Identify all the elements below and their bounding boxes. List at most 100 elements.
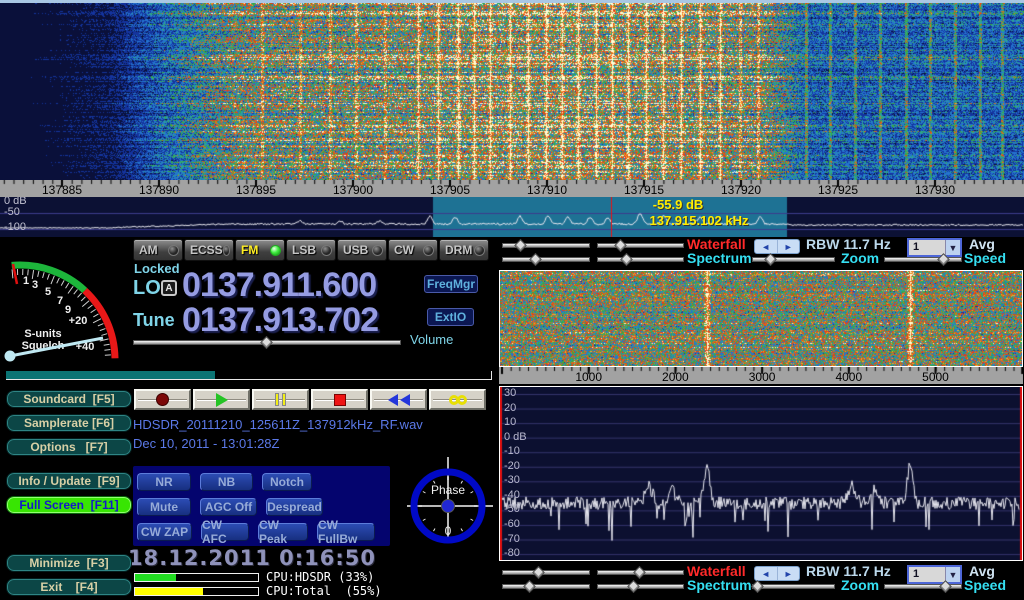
zoomed-waterfall-display[interactable] [500, 271, 1022, 366]
mode-button-cw[interactable]: CW [388, 239, 438, 261]
record-button[interactable] [134, 389, 191, 410]
mode-button-lsb[interactable]: LSB [286, 239, 336, 261]
rewind-button[interactable] [370, 389, 427, 410]
loop-button[interactable] [429, 389, 486, 410]
spectrum-range-slider-bottom-thumb[interactable] [523, 580, 536, 593]
cpu-bar-fill [135, 588, 203, 595]
spinner-right-arrow-icon[interactable]: ► [777, 567, 800, 580]
nb-button[interactable]: NB [200, 473, 253, 491]
despread-button[interactable]: Despread [266, 498, 323, 516]
cpu-usage-label: CPU:Total (55%) [266, 584, 382, 598]
frequency-scale-label: 137925 [806, 183, 870, 197]
exit-f4-button[interactable]: Exit [F4] [6, 578, 132, 596]
transport-controls [134, 389, 486, 410]
mode-button-am[interactable]: AM [133, 239, 183, 261]
zoom-slider-bottom-track [752, 584, 835, 589]
speed-label: Speed [964, 250, 1006, 266]
samplerate-f6-button[interactable]: Samplerate [F6] [6, 414, 132, 432]
speed-label-bottom: Speed [964, 577, 1006, 593]
lo-frequency-display[interactable]: 0137.911.600 [182, 266, 376, 305]
avg-dropdown-arrow-icon[interactable]: ▼ [945, 567, 960, 582]
waterfall-contrast-slider-thumb[interactable] [614, 239, 627, 252]
extio-button[interactable]: ExtIO [427, 308, 474, 326]
notch-button[interactable]: Notch [262, 473, 312, 491]
spinner-right-arrow-icon[interactable]: ► [777, 240, 800, 253]
mode-button-row: AMECSSFMLSBUSBCWDRM [133, 239, 490, 261]
spinner-left-arrow-icon[interactable]: ◄ [755, 567, 777, 580]
spectrum-offset-slider[interactable] [597, 255, 684, 265]
mode-button-ecss[interactable]: ECSS [184, 239, 234, 261]
avg-dropdown-arrow-icon[interactable]: ▼ [945, 240, 960, 255]
avg-dropdown-value: 1 [909, 240, 945, 255]
zoomed-spectrum-display[interactable] [500, 387, 1022, 560]
speed-slider[interactable] [884, 255, 962, 265]
cw-fullbw-button[interactable]: CW FullBw [317, 523, 375, 541]
s-meter-scale-label: +20 [69, 315, 88, 327]
speed-slider-thumb[interactable] [937, 253, 950, 266]
agc-off-button[interactable]: AGC Off [200, 498, 257, 516]
spectrum-offset-slider-thumb[interactable] [620, 253, 633, 266]
spectrum-offset-slider-bottom[interactable] [597, 582, 684, 592]
waterfall-brightness-slider[interactable] [502, 241, 590, 251]
dsp-row: NR NB Notch [137, 473, 312, 491]
zoom-slider-bottom[interactable] [752, 582, 835, 592]
rbw-spinner-bottom[interactable]: ◄► [754, 566, 800, 581]
waterfall-brightness-slider-bottom[interactable] [502, 568, 590, 578]
waterfall-brightness-slider-thumb[interactable] [514, 239, 527, 252]
zoom-slider-bottom-thumb[interactable] [751, 580, 764, 593]
tune-frequency-display[interactable]: 0137.913.702 [182, 301, 378, 340]
options-f7-button[interactable]: Options [F7] [6, 438, 132, 456]
volume-slider[interactable] [133, 338, 401, 348]
audio-frequency-scale[interactable]: 10002000300040005000 [499, 367, 1023, 384]
waterfall-contrast-slider-bottom-thumb[interactable] [633, 566, 646, 579]
spectrum-db-tick-label: -50 [504, 503, 520, 515]
freqmgr-button[interactable]: FreqMgr [424, 275, 478, 293]
play-button[interactable] [193, 389, 250, 410]
main-frequency-scale[interactable]: 1378851378901378951379001379051379101379… [0, 180, 1024, 197]
zoom-slider[interactable] [752, 255, 835, 265]
soundcard-f5-button[interactable]: Soundcard [F5] [6, 390, 132, 408]
cw-zap-button[interactable]: CW ZAP [137, 523, 192, 541]
info-update-f9-button[interactable]: Info / Update [F9] [6, 472, 132, 490]
frequency-scale-label: 137885 [30, 183, 94, 197]
mute-button[interactable]: Mute [137, 498, 191, 516]
zoom-slider-thumb[interactable] [764, 253, 777, 266]
volume-slider-thumb[interactable] [260, 336, 273, 349]
cw-peak-button[interactable]: CW Peak [258, 523, 308, 541]
mode-button-drm[interactable]: DRM [439, 239, 489, 261]
spectrum-range-slider-thumb[interactable] [529, 253, 542, 266]
spectrum-label-bottom: Spectrum [687, 577, 752, 593]
spectrum-db-label: -100 [4, 221, 26, 233]
cursor-db-readout: -55.9 dB [628, 197, 728, 212]
waterfall-contrast-slider-track [597, 243, 684, 248]
spectrum-offset-slider-bottom-thumb[interactable] [627, 580, 640, 593]
full-screen-f11-button[interactable]: Full Screen [F11] [6, 496, 132, 514]
stop-button[interactable] [311, 389, 368, 410]
dsp-row: CW ZAP CW AFC CW Peak CW FullBw [137, 523, 375, 541]
mode-button-usb[interactable]: USB [337, 239, 387, 261]
cw-afc-button[interactable]: CW AFC [201, 523, 249, 541]
speed-slider-bottom-thumb[interactable] [939, 580, 952, 593]
frequency-scale-label: 137895 [224, 183, 288, 197]
lo-a-badge[interactable]: A [161, 280, 177, 296]
main-spectrum-display[interactable]: -55.9 dB 137.915.102 kHz 0 dB-50-100 [0, 197, 1024, 237]
spectrum-range-slider-bottom-track [502, 584, 590, 589]
cursor-frequency-readout: 137.915.102 kHz [629, 213, 769, 228]
nr-button[interactable]: NR [137, 473, 191, 491]
waterfall-contrast-slider-bottom[interactable] [597, 568, 684, 578]
mode-led-on-icon [270, 245, 281, 256]
squelch-level-bar[interactable] [6, 371, 492, 380]
speed-slider-bottom[interactable] [884, 582, 962, 592]
phase-indicator[interactable]: Phase 0 [405, 451, 495, 545]
main-waterfall-display[interactable] [0, 3, 1024, 180]
rbw-spinner[interactable]: ◄► [754, 239, 800, 254]
minimize-f3-button[interactable]: Minimize [F3] [6, 554, 132, 572]
frequency-scale-label: 137890 [127, 183, 191, 197]
waterfall-contrast-slider[interactable] [597, 241, 684, 251]
spectrum-range-slider[interactable] [502, 255, 590, 265]
pause-button[interactable] [252, 389, 309, 410]
spinner-left-arrow-icon[interactable]: ◄ [755, 240, 777, 253]
spectrum-range-slider-bottom[interactable] [502, 582, 590, 592]
mode-button-fm[interactable]: FM [235, 239, 285, 261]
waterfall-brightness-slider-bottom-thumb[interactable] [532, 566, 545, 579]
